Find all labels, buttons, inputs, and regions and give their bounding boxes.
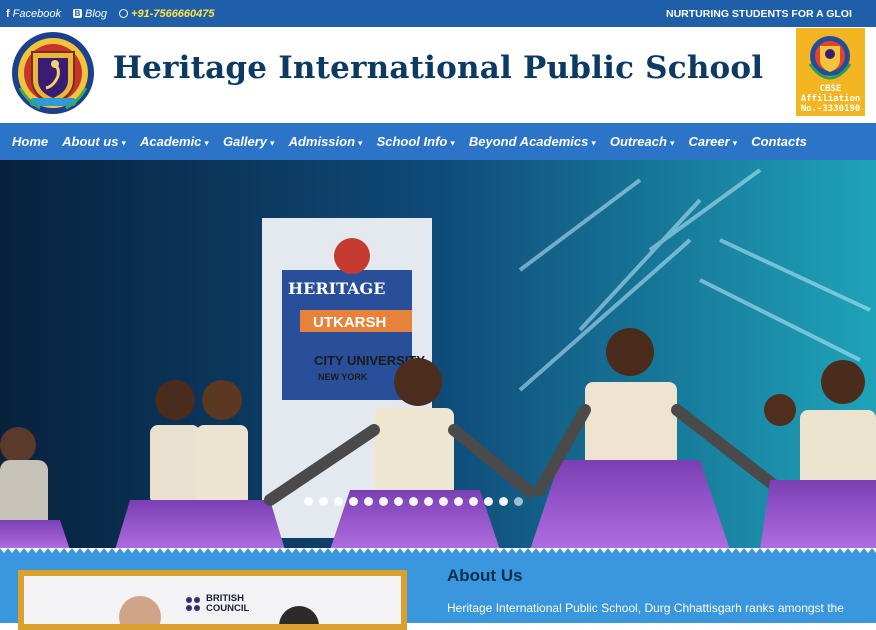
facebook-label: Facebook	[12, 7, 61, 20]
nav-item-label: Gallery	[222, 134, 268, 149]
social-links: f Facebook B Blog +91-7566660475	[6, 0, 215, 27]
site-header: Heritage International Public School CBS…	[0, 27, 876, 123]
slider-pagination	[304, 497, 523, 506]
person-head-right	[279, 606, 319, 624]
slider-dot[interactable]	[304, 497, 313, 506]
facebook-icon: f	[6, 7, 10, 20]
nav-item-admission[interactable]: Admission ▾	[289, 134, 363, 149]
banner-line-2: UTKARSH	[313, 314, 386, 331]
blogger-icon: B	[72, 9, 82, 18]
nav-item-label: Outreach	[609, 134, 667, 149]
nav-item-outreach[interactable]: Outreach ▾	[610, 134, 675, 149]
slider-dot[interactable]	[319, 497, 328, 506]
slider-dot[interactable]	[364, 497, 373, 506]
chevron-down-icon: ▾	[358, 138, 363, 148]
nav-item-about-us[interactable]: About us ▾	[62, 134, 126, 149]
chevron-down-icon: ▾	[270, 138, 275, 148]
about-photo: BRITISH COUNCIL	[24, 576, 401, 624]
nav-item-academic[interactable]: Academic ▾	[140, 134, 209, 149]
nav-item-label: Beyond Academics	[468, 134, 589, 149]
nav-item-label: School Info	[376, 134, 448, 149]
slider-dot[interactable]	[394, 497, 403, 506]
cbse-text: CBSE Affiliation No.-3330190	[796, 84, 865, 114]
nav-item-label: Home	[12, 134, 49, 149]
hero-slider: HERITAGE UTKARSH CITY UNIVERSITY NEW YOR…	[0, 160, 876, 550]
about-title: About Us	[447, 566, 523, 585]
nav-item-label: About us	[62, 134, 119, 149]
main-navigation: Home About us ▾ Academic ▾ Gallery ▾ Admission ▾…	[0, 123, 876, 160]
top-bar: f Facebook B Blog +91-7566660475 NURTURING…	[0, 0, 876, 27]
slider-dot[interactable]	[349, 497, 358, 506]
chevron-down-icon: ▾	[450, 138, 455, 148]
banner-line-4: NEW YORK	[318, 372, 368, 382]
banner-line-1: HERITAGE	[288, 279, 385, 298]
blog-label: Blog	[84, 7, 108, 20]
chevron-down-icon: ▾	[204, 138, 209, 148]
facebook-link[interactable]: f Facebook	[6, 8, 61, 20]
slider-dot[interactable]	[334, 497, 343, 506]
whatsapp-icon	[119, 9, 129, 18]
nav-item-school-info[interactable]: School Info ▾	[377, 134, 455, 149]
chevron-down-icon: ▾	[121, 138, 126, 148]
slider-dot[interactable]	[514, 497, 523, 506]
news-ticker: NURTURING STUDENTS FOR A GLOI	[666, 0, 876, 27]
ticker-text: NURTURING STUDENTS FOR A GLOI	[666, 7, 852, 20]
slider-dot[interactable]	[424, 497, 433, 506]
person-head-left	[119, 596, 161, 624]
cbse-line-3: No.-3330190	[800, 104, 861, 114]
slider-dot[interactable]	[499, 497, 508, 506]
whatsapp-link[interactable]: +91-7566660475	[119, 8, 215, 20]
british-council-logo: BRITISH COUNCIL	[186, 594, 249, 613]
bc-line-2: COUNCIL	[206, 602, 250, 614]
chevron-down-icon: ▾	[732, 138, 738, 148]
nav-item-label: Academic	[139, 134, 202, 149]
nav-item-label: Admission	[288, 134, 356, 149]
nav-item-home[interactable]: Home	[12, 134, 48, 149]
nav-item-label: Career	[688, 134, 730, 149]
site-title[interactable]: Heritage International Public School	[0, 27, 876, 109]
chevron-down-icon: ▾	[669, 138, 675, 148]
cbse-line-2: Affiliation	[800, 94, 861, 104]
nav-item-career[interactable]: Career ▾	[688, 134, 737, 149]
nav-item-contacts[interactable]: Contacts	[751, 134, 807, 149]
british-council-dots-icon	[186, 596, 200, 611]
slider-dot[interactable]	[439, 497, 448, 506]
nav-item-gallery[interactable]: Gallery ▾	[223, 134, 275, 149]
nav-item-label: Contacts	[751, 134, 807, 149]
slider-dot[interactable]	[409, 497, 418, 506]
slider-dot[interactable]	[469, 497, 478, 506]
cbse-line-1: CBSE	[819, 84, 842, 94]
nav-item-beyond-academics[interactable]: Beyond Academics ▾	[469, 134, 596, 149]
slider-dot[interactable]	[484, 497, 493, 506]
about-photo-frame: BRITISH COUNCIL	[18, 570, 407, 630]
blog-link[interactable]: B Blog	[72, 7, 108, 20]
about-text: Heritage International Public School, Du…	[447, 601, 844, 615]
hero-slide-image: HERITAGE UTKARSH CITY UNIVERSITY NEW YOR…	[0, 160, 876, 550]
cbse-affiliation-badge: CBSE Affiliation No.-3330190	[796, 28, 865, 116]
phone-number: +91-7566660475	[131, 7, 215, 20]
cbse-emblem-icon	[808, 36, 852, 80]
chevron-down-icon: ▾	[591, 138, 596, 148]
slider-dot[interactable]	[379, 497, 388, 506]
slider-dot[interactable]	[454, 497, 463, 506]
